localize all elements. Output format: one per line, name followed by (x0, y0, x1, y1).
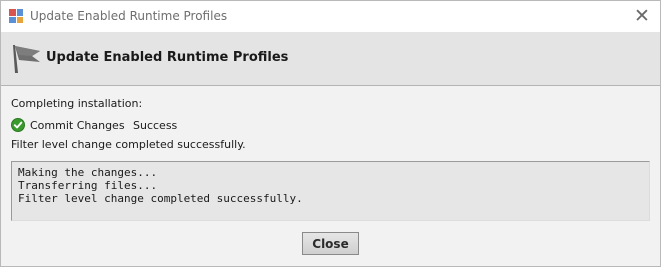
flag-icon (13, 45, 40, 73)
page-title: Update Enabled Runtime Profiles (46, 50, 289, 65)
log-line: Making the changes... (18, 166, 158, 179)
dialog-header: Update Enabled Runtime Profiles (1, 32, 660, 86)
log-output[interactable]: Making the changes... Transferring files… (11, 161, 650, 221)
check-circle-icon (11, 118, 25, 132)
dialog-window: Update Enabled Runtime Profiles ✕ Update… (0, 0, 661, 267)
result-name: Commit Changes (30, 118, 125, 132)
final-message: Filter level change completed successful… (11, 138, 246, 151)
log-line: Filter level change completed successful… (18, 192, 303, 205)
status-label: Completing installation: (11, 97, 143, 110)
window-title: Update Enabled Runtime Profiles (30, 9, 228, 23)
title-bar[interactable]: Update Enabled Runtime Profiles ✕ (1, 1, 660, 32)
log-line: Transferring files... (18, 179, 158, 192)
app-icon (9, 9, 23, 23)
result-row: Commit Changes Success (11, 117, 177, 133)
close-button[interactable]: Close (302, 232, 359, 255)
close-icon[interactable]: ✕ (632, 6, 652, 26)
result-state: Success (133, 118, 178, 132)
